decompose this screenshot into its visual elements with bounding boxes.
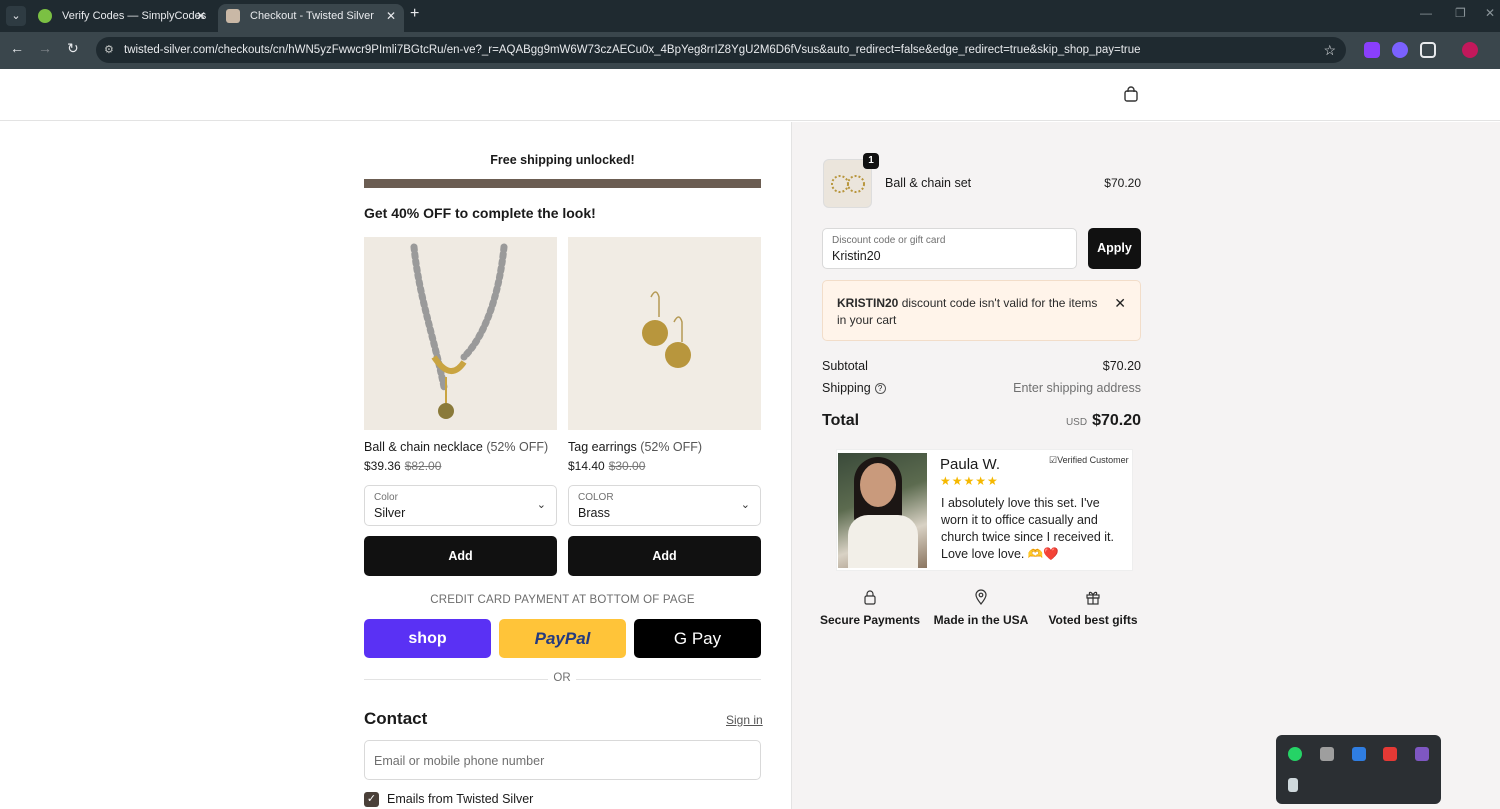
product-price: $14.40 $30.00 [568,459,646,473]
shopping-bag-icon[interactable] [1123,86,1139,102]
credit-card-note: CREDIT CARD PAYMENT AT BOTTOM OF PAGE [430,594,695,606]
tab-title: Checkout - Twisted Silver [250,10,374,22]
emails-opt-in-label: Emails from Twisted Silver [387,792,534,806]
original-price: $30.00 [608,459,646,473]
browser-tab-bar: ⌄ Verify Codes — SimplyCodes ✕ Checkout … [0,0,1500,32]
shipping-row: Shipping? Enter shipping address [822,381,1141,395]
whatsapp-icon[interactable] [1288,747,1302,761]
review-text: I absolutely love this set. I've worn it… [941,496,1114,561]
restore-icon[interactable]: ❐ [1455,6,1466,20]
customer-review-card: Paula W. ☑Verified Customer ★★★★★ I abso… [836,449,1133,571]
profile-avatar-icon[interactable] [1462,42,1478,58]
product-price: $39.36 $82.00 [364,459,442,473]
email-field[interactable]: Email or mobile phone number [364,740,761,780]
close-icon[interactable]: ✕ [1114,295,1126,312]
tab-title: Verify Codes — SimplyCodes [62,10,207,22]
apply-discount-button[interactable]: Apply [1088,228,1141,269]
reload-icon[interactable]: ↻ [67,40,79,57]
progress-fill [364,179,761,188]
product-name: Ball & chain necklace (52% OFF) [364,440,549,454]
emails-opt-in-checkbox[interactable]: ✓ [364,792,379,807]
simplycodes-favicon-icon [38,9,52,23]
bookmark-star-icon[interactable]: ☆ [1323,37,1336,63]
lock-icon [864,590,876,605]
site-info-icon[interactable]: ⚙ [104,37,114,63]
color-select-earrings[interactable]: COLOR Brass ⌄ [568,485,761,526]
add-necklace-button[interactable]: Add [364,536,557,576]
reviewer-photo [838,453,927,568]
red-app-icon[interactable] [1383,747,1397,761]
back-icon[interactable]: ← [10,40,24,56]
currency-code: USD [1065,417,1088,428]
twisted-silver-favicon-icon [226,9,240,23]
tab-checkout[interactable]: Checkout - Twisted Silver ✕ [218,4,404,32]
sign-in-link[interactable]: Sign in [726,713,763,727]
star-rating: ★★★★★ [940,474,999,488]
necklace-image[interactable] [364,237,557,430]
checkout-header [0,69,1500,121]
line-item-price: $70.20 [1104,176,1141,190]
chevron-down-icon: ⌄ [740,499,750,511]
tab-simplycodes[interactable]: Verify Codes — SimplyCodes ✕ [30,4,214,32]
gift-icon [1086,591,1100,605]
extension-shield-icon[interactable] [1364,42,1380,58]
extension-purple-icon[interactable] [1392,42,1408,58]
color-select-necklace[interactable]: Color Silver ⌄ [364,485,557,526]
or-text: OR [548,672,576,684]
shipping-progress-bar [364,179,761,188]
paypal-button[interactable]: PayPal [499,619,626,658]
tab-search-icon[interactable]: ⌄ [6,6,26,26]
browser-toolbar: ← → ↻ ⚙ twisted-silver.com/checkouts/cn/… [0,32,1500,69]
forward-icon[interactable]: → [38,40,52,56]
total-value: $70.20 [1092,412,1141,429]
pen-app-icon[interactable] [1320,747,1334,761]
shop-pay-button[interactable]: shop [364,619,491,658]
contact-heading: Contact [364,709,428,728]
discount-error-text: KRISTIN20 discount code isn't valid for … [837,296,1098,327]
reviewer-name: Paula W. [940,456,1001,473]
shipping-value: Enter shipping address [1013,381,1141,395]
secure-payments-badge: Secure Payments [815,589,925,629]
discount-error-banner: KRISTIN20 discount code isn't valid for … [822,280,1141,341]
close-tab-icon[interactable]: ✕ [386,4,396,28]
made-in-usa-badge: Made in the USA [926,589,1036,629]
address-bar[interactable]: ⚙ twisted-silver.com/checkouts/cn/hWN5yz… [96,37,1346,63]
new-tab-icon[interactable]: + [410,5,419,23]
chevron-down-icon: ⌄ [536,499,546,511]
verified-customer-badge: ☑Verified Customer [1049,455,1129,465]
add-earrings-button[interactable]: Add [568,536,761,576]
help-icon[interactable]: ? [874,383,886,394]
minimize-icon[interactable]: — [1420,6,1432,20]
free-shipping-message: Free shipping unlocked! [490,153,635,167]
feather-app-icon[interactable] [1415,747,1429,761]
security-shield-icon[interactable] [1352,747,1366,761]
original-price: $82.00 [404,459,442,473]
product-name: Tag earrings (52% OFF) [568,440,703,454]
subtotal-value: $70.20 [1102,359,1141,373]
google-pay-button[interactable]: G Pay [634,619,761,658]
system-tray-overflow [1276,735,1441,804]
discount-code-field[interactable]: Discount code or gift card Kristin20 [822,228,1077,269]
usb-drive-icon[interactable] [1288,778,1298,792]
close-window-icon[interactable]: ✕ [1485,6,1495,20]
upsell-title: Get 40% OFF to complete the look! [364,205,596,221]
extensions-puzzle-icon[interactable] [1420,42,1436,58]
map-pin-icon [975,589,987,605]
earrings-image[interactable] [568,237,761,430]
url-text: twisted-silver.com/checkouts/cn/hWN5yzFw… [124,44,1141,56]
quantity-badge: 1 [863,153,879,169]
checkout-page: Free shipping unlocked! Get 40% OFF to c… [0,69,1500,809]
subtotal-row: Subtotal $70.20 [822,359,1141,373]
line-item-name: Ball & chain set [885,176,972,190]
total-row: Total USD $70.20 [822,412,1141,429]
close-tab-icon[interactable]: ✕ [196,4,206,28]
voted-best-gifts-badge: Voted best gifts [1038,589,1148,629]
order-summary: 1 Ball & chain set $70.20 Discount code … [791,122,1500,809]
